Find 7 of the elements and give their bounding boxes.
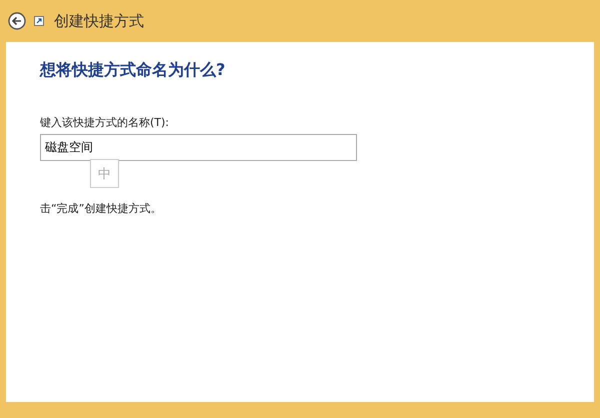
window-title: 创建快捷方式 [54, 12, 144, 30]
hint-text: 击“完成”创建快捷方式。 [40, 201, 162, 216]
field-label: 键入该快捷方式的名称(T): [40, 115, 170, 130]
shortcut-icon [34, 16, 44, 26]
name-field[interactable]: 磁盘空间 [40, 134, 357, 161]
back-button[interactable] [8, 12, 26, 30]
page-heading: 想将快捷方式命名为什么? [40, 60, 226, 81]
